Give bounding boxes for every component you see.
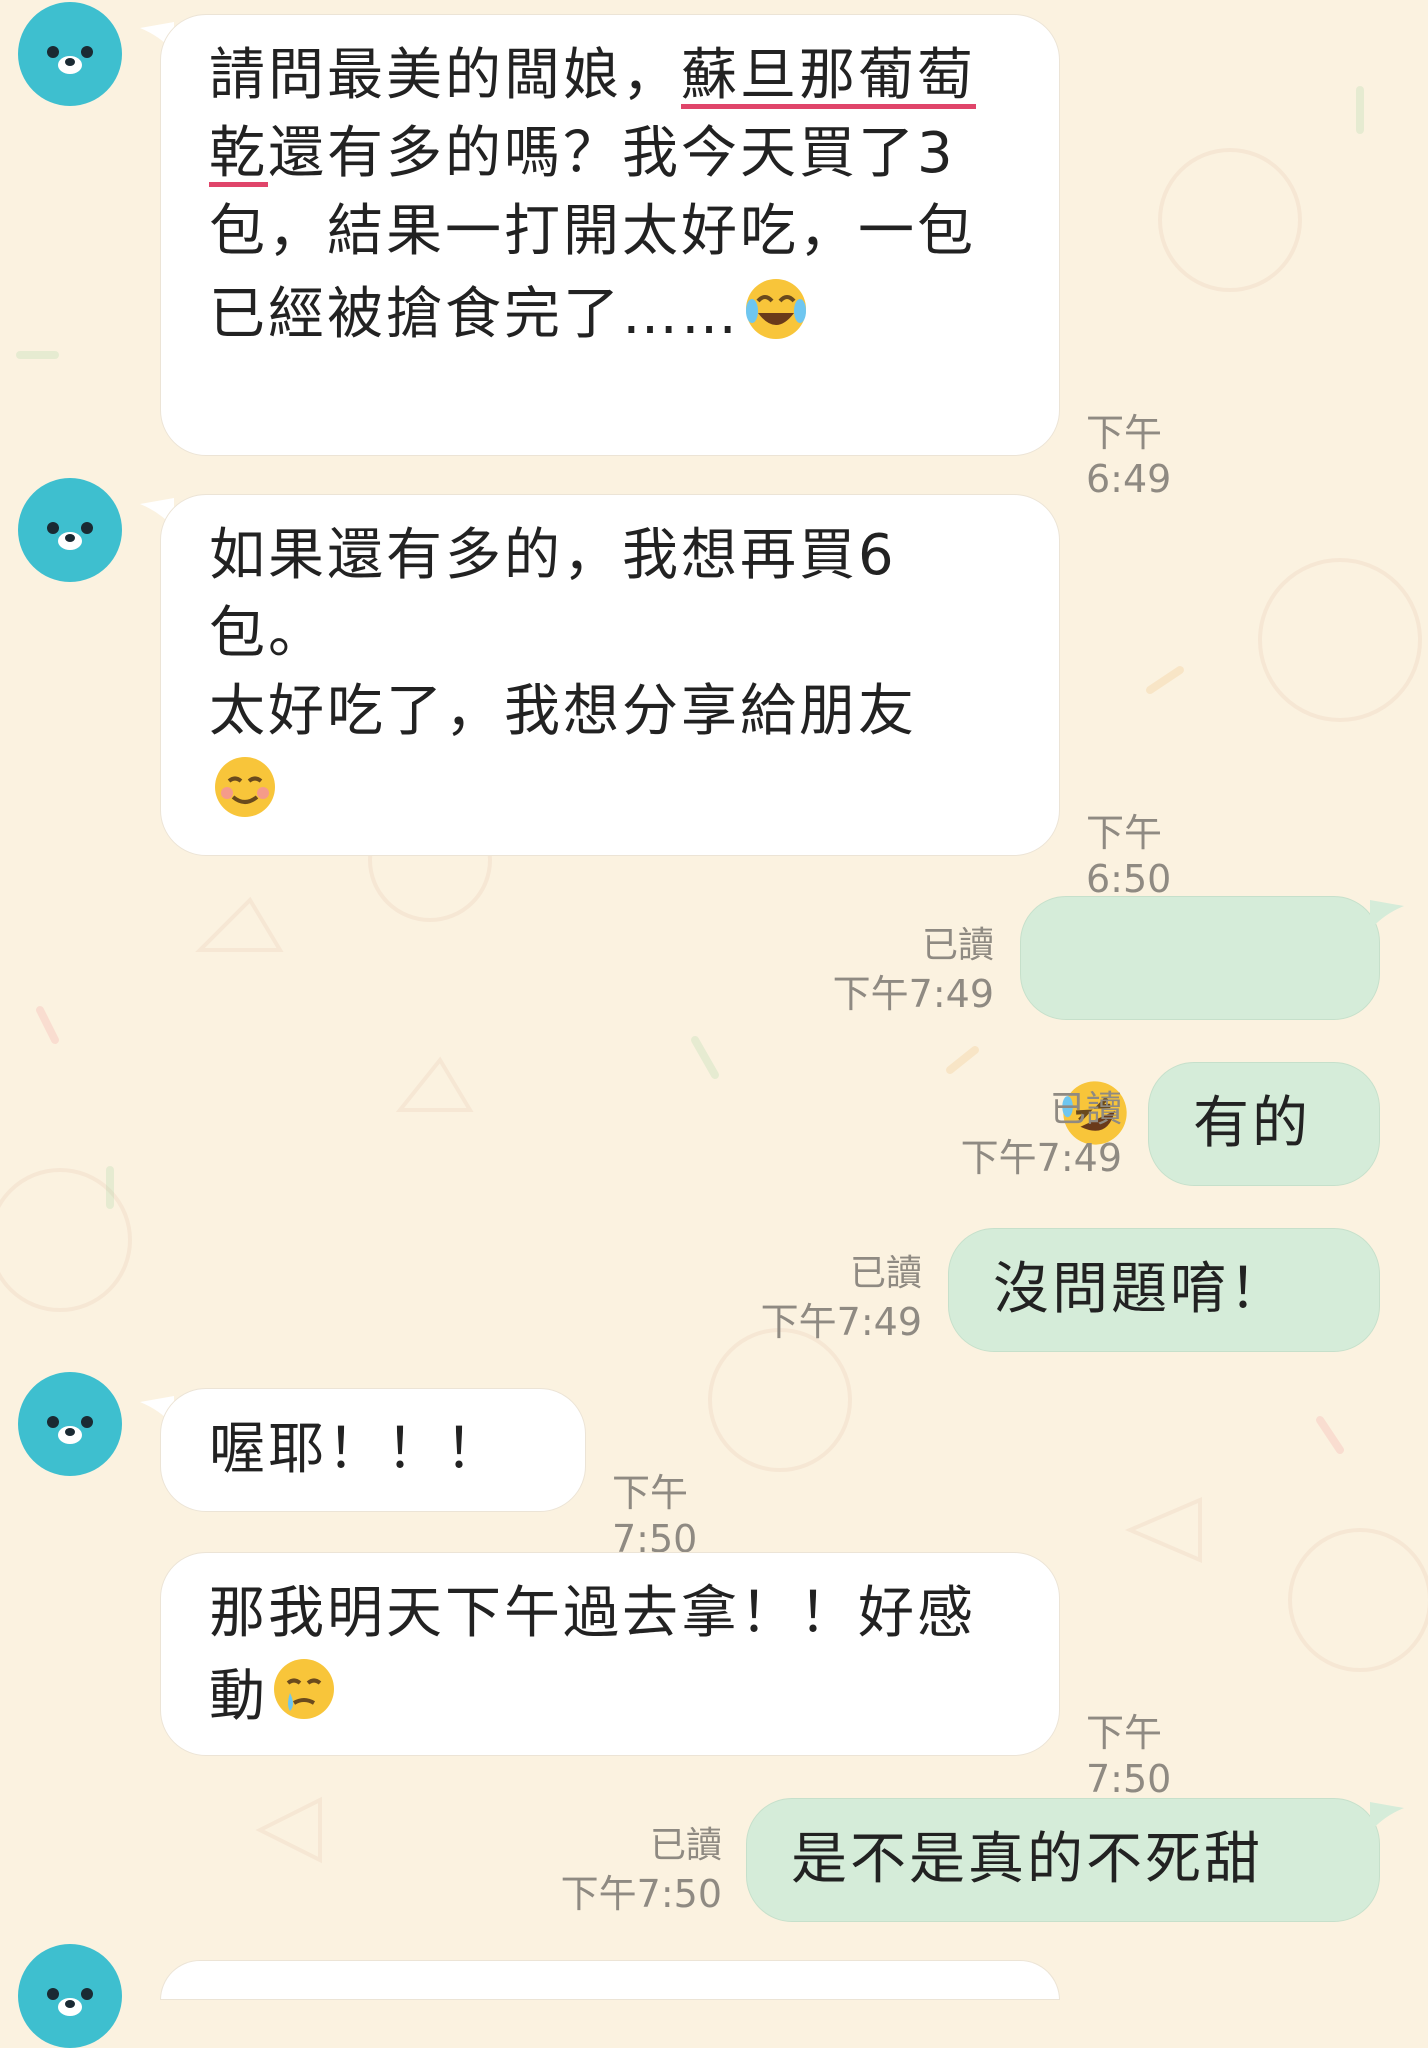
contact-avatar[interactable] <box>18 478 122 582</box>
smiling-blush-emoji <box>215 757 275 817</box>
message-time: 下午6:49 <box>1086 411 1172 501</box>
message-meta: 已讀 下午7:50 <box>500 1822 722 1918</box>
read-receipt: 已讀 <box>849 1253 922 1294</box>
message-time: 下午7:49 <box>960 1136 1122 1180</box>
bear-face-icon <box>47 1416 93 1444</box>
bear-face-icon <box>47 1988 93 2016</box>
message-bubble[interactable]: 是不是真的不死甜 <box>746 1798 1380 1922</box>
bear-face-icon <box>47 522 93 550</box>
message-time: 下午7:49 <box>760 1300 922 1344</box>
read-receipt: 已讀 <box>921 925 994 966</box>
message-bubble[interactable]: 如果還有多的，我想再買6包。 太好吃了，我想分享給朋友 <box>160 494 1060 856</box>
message-meta: 已讀 下午7:49 <box>780 922 994 1018</box>
message-time: 下午6:50 <box>1086 811 1172 901</box>
contact-avatar[interactable] <box>18 2 122 106</box>
message-bubble[interactable]: 那我明天下午過去拿！！好感動 <box>160 1552 1060 1756</box>
bubble-tail <box>1370 1802 1404 1832</box>
contact-avatar[interactable] <box>18 1372 122 1476</box>
message-meta: 已讀 下午7:49 <box>700 1250 922 1346</box>
message-time: 下午7:50 <box>612 1471 698 1561</box>
read-receipt: 已讀 <box>649 1825 722 1866</box>
message-bubble[interactable]: 喔耶！！！ <box>160 1388 586 1512</box>
message-bubble[interactable]: 請問最美的闆娘，蘇旦那葡萄乾還有多的嗎？我今天買了3包，結果一打開太好吃，一包已… <box>160 14 1060 456</box>
message-time: 下午7:49 <box>832 972 994 1016</box>
message-bubble[interactable] <box>1020 896 1380 1145</box>
bear-face-icon <box>47 46 93 74</box>
message-bubble[interactable]: 有的 <box>1148 1062 1380 1186</box>
bubble-tail <box>1370 900 1404 930</box>
message-time: 下午7:50 <box>560 1872 722 1916</box>
message-meta: 已讀 下午7:49 <box>900 1086 1122 1182</box>
message-bubble[interactable]: 沒問題唷！ <box>948 1228 1380 1352</box>
read-receipt: 已讀 <box>1049 1089 1122 1130</box>
crying-smile-emoji <box>274 1659 334 1719</box>
message-time: 下午7:50 <box>1086 1711 1172 1801</box>
message-bubble[interactable] <box>160 1960 1060 2000</box>
contact-avatar[interactable] <box>18 1944 122 2048</box>
tears-of-joy-emoji <box>746 279 806 339</box>
